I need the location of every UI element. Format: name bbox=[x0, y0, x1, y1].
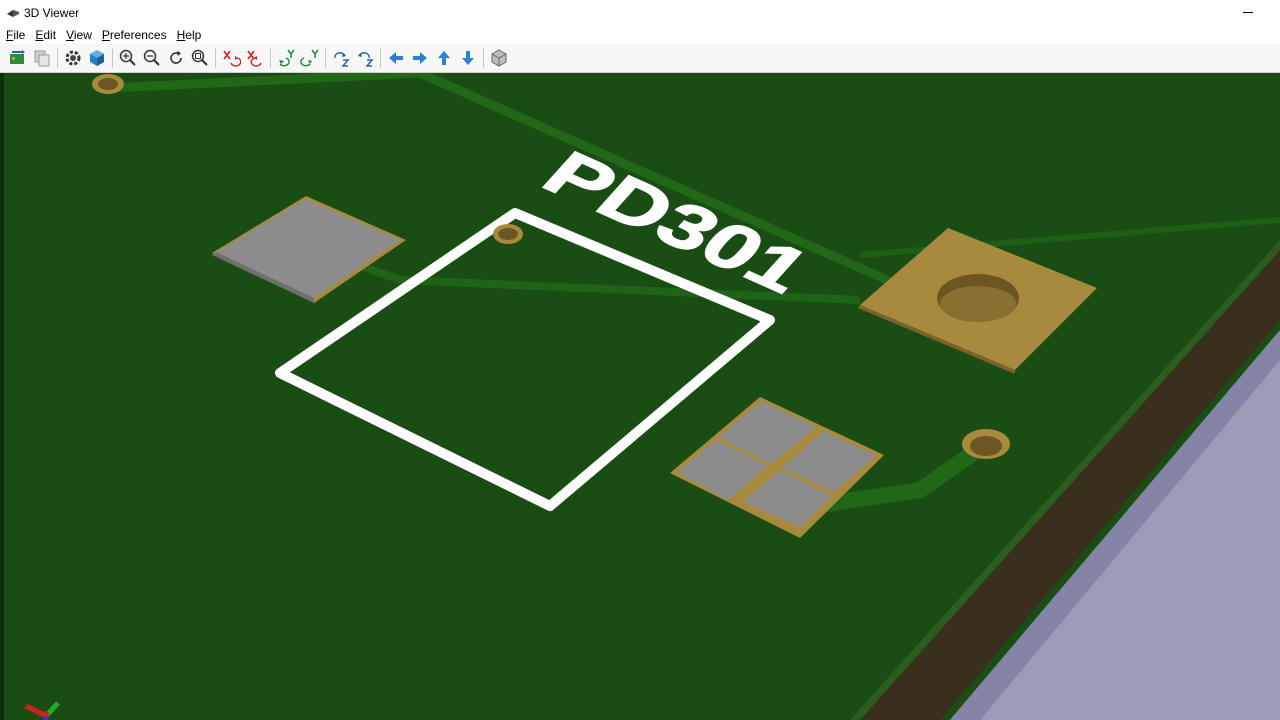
rotate-z-cw-icon bbox=[334, 52, 350, 67]
toolbar-separator bbox=[325, 48, 326, 68]
toolbar-separator bbox=[215, 48, 216, 68]
menu-view[interactable]: View bbox=[62, 27, 96, 43]
minimize-button[interactable] bbox=[1238, 3, 1258, 21]
menu-edit[interactable]: Edit bbox=[31, 27, 60, 43]
toolbar-separator bbox=[112, 48, 113, 68]
rotate-x-ccw-icon bbox=[247, 50, 262, 67]
pcb-scene: PD301 bbox=[0, 73, 1280, 720]
rotate-x-cw-button[interactable] bbox=[220, 47, 242, 69]
rotate-x-ccw-button[interactable] bbox=[244, 47, 266, 69]
move-left-icon bbox=[389, 52, 403, 64]
via-hole-inner bbox=[98, 78, 118, 90]
via-hole-inner bbox=[498, 228, 518, 240]
rotate-y-cw-button[interactable] bbox=[275, 47, 297, 69]
move-left-button[interactable] bbox=[385, 47, 407, 69]
rotate-y-ccw-icon bbox=[300, 49, 319, 67]
reload-board-icon bbox=[10, 50, 25, 64]
ortho-projection-button[interactable] bbox=[488, 47, 510, 69]
rotate-z-cw-button[interactable] bbox=[330, 47, 352, 69]
settings-button[interactable] bbox=[62, 47, 84, 69]
toolbar bbox=[0, 44, 1280, 73]
raytracing-cube-icon bbox=[90, 50, 104, 66]
rotate-z-ccw-icon bbox=[358, 52, 374, 67]
redraw-button[interactable] bbox=[165, 47, 187, 69]
reload-board-button[interactable] bbox=[7, 47, 29, 69]
rotate-y-ccw-button[interactable] bbox=[299, 47, 321, 69]
app-icon bbox=[7, 10, 19, 17]
menu-preferences[interactable]: Preferences bbox=[98, 27, 171, 43]
ortho-projection-icon bbox=[491, 49, 507, 67]
toolbar-separator bbox=[57, 48, 58, 68]
toolbar-separator bbox=[270, 48, 271, 68]
via-hole-inner bbox=[970, 436, 1002, 456]
toolbar-separator bbox=[483, 48, 484, 68]
move-down-button[interactable] bbox=[457, 47, 479, 69]
menu-file[interactable]: File bbox=[2, 27, 29, 43]
move-up-icon bbox=[438, 51, 450, 65]
zoom-out-button[interactable] bbox=[141, 47, 163, 69]
rotate-y-cw-icon bbox=[279, 49, 295, 67]
move-up-button[interactable] bbox=[433, 47, 455, 69]
toolbar-separator bbox=[380, 48, 381, 68]
zoom-out-icon bbox=[143, 49, 160, 66]
zoom-in-button[interactable] bbox=[117, 47, 139, 69]
zoom-in-icon bbox=[119, 49, 136, 66]
move-down-icon bbox=[462, 51, 474, 65]
zoom-fit-icon bbox=[191, 49, 208, 66]
menu-help[interactable]: Help bbox=[173, 27, 206, 43]
copy-image-icon bbox=[34, 50, 50, 67]
zoom-fit-button[interactable] bbox=[189, 47, 211, 69]
3d-viewport[interactable]: PD301 bbox=[0, 73, 1280, 720]
redraw-icon bbox=[170, 51, 182, 64]
move-right-button[interactable] bbox=[409, 47, 431, 69]
raytracing-button[interactable] bbox=[86, 47, 108, 69]
copy-image-button[interactable] bbox=[31, 47, 53, 69]
settings-gear-icon bbox=[65, 50, 81, 66]
rotate-z-ccw-button[interactable] bbox=[354, 47, 376, 69]
title-bar: 3D Viewer bbox=[0, 0, 1280, 26]
viewport-left-border bbox=[0, 73, 4, 720]
move-right-icon bbox=[413, 52, 427, 64]
menu-bar: File Edit View Preferences Help bbox=[0, 26, 1280, 44]
rotate-x-cw-icon bbox=[223, 50, 241, 67]
window-title: 3D Viewer bbox=[24, 6, 80, 20]
tht-drill-hole-wall bbox=[940, 286, 1016, 322]
